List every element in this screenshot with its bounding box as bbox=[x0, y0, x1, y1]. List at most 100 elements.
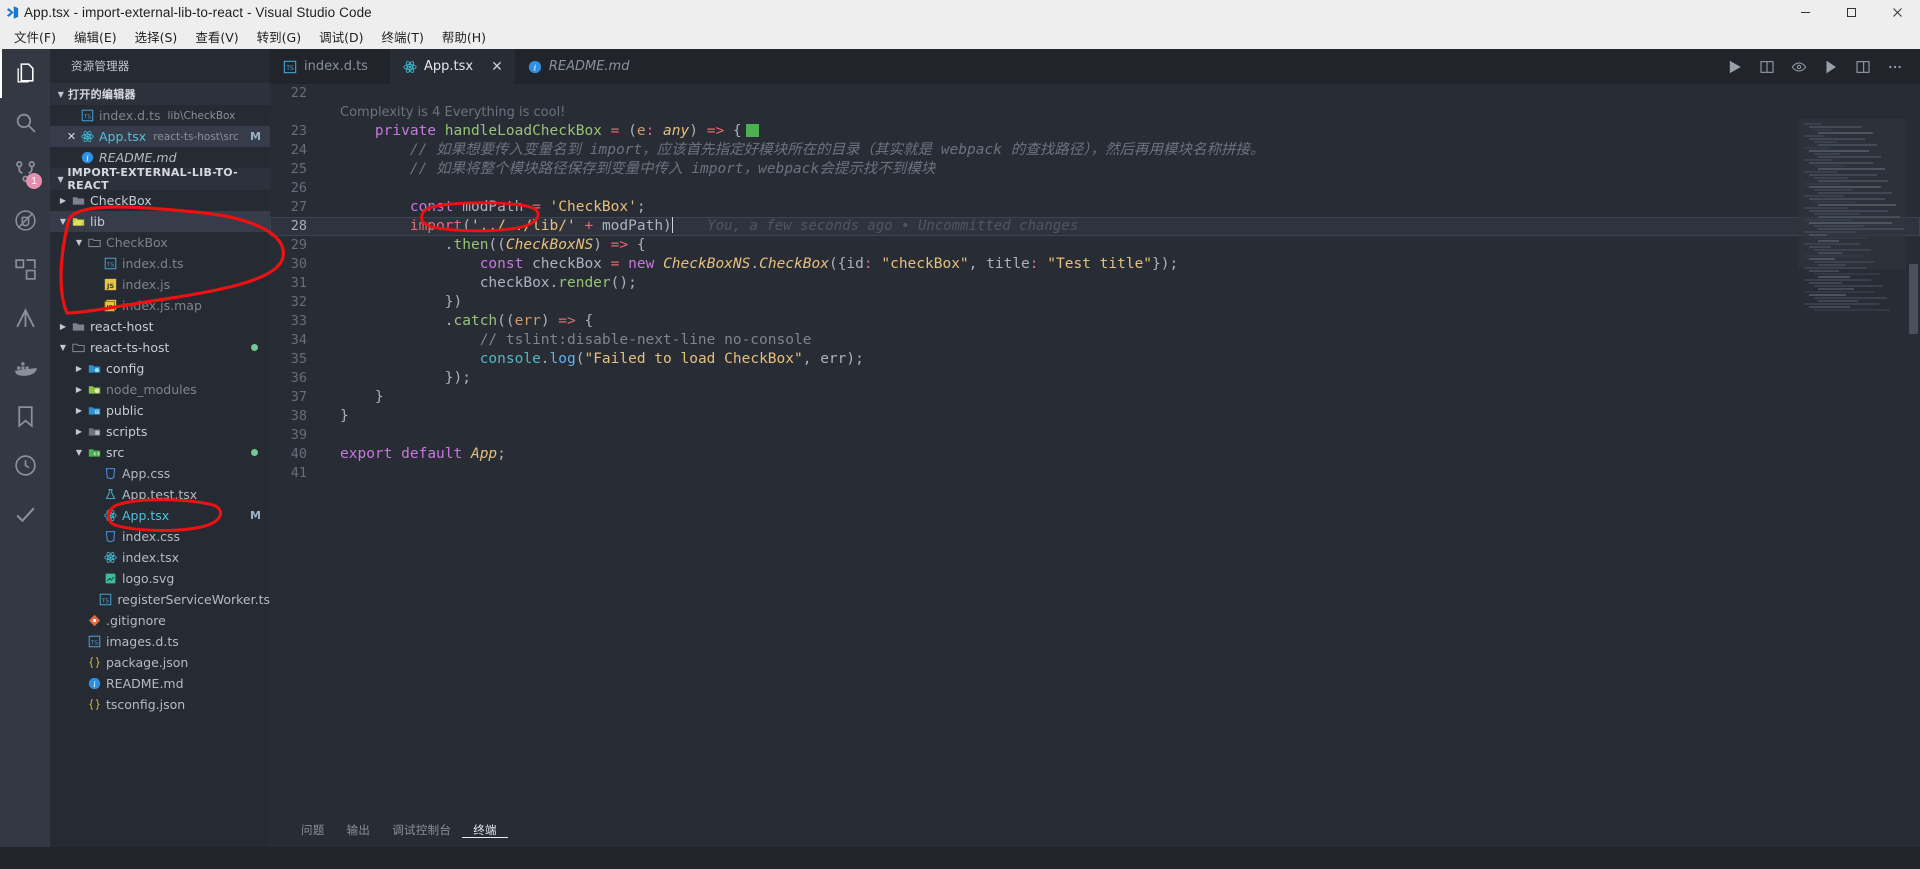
tree-file[interactable]: App.css bbox=[50, 463, 270, 484]
tree-folder[interactable]: ▶ CheckBox bbox=[50, 190, 270, 211]
chevron-right-icon[interactable]: ▶ bbox=[72, 364, 86, 373]
tree-file[interactable]: JS index.js bbox=[50, 274, 270, 295]
debug-start-icon[interactable] bbox=[1815, 49, 1847, 84]
split-editor-icon[interactable] bbox=[1847, 49, 1879, 84]
tree-file[interactable]: TS images.d.ts bbox=[50, 631, 270, 652]
line-number[interactable]: 29 bbox=[270, 236, 326, 255]
tree-file[interactable]: package.json bbox=[50, 652, 270, 673]
close-button[interactable] bbox=[1874, 0, 1920, 24]
line-number[interactable]: 28 bbox=[270, 217, 326, 236]
menu-item-2[interactable]: 选择(S) bbox=[126, 24, 187, 49]
line-number[interactable]: 37 bbox=[270, 388, 326, 407]
line-number[interactable]: 40 bbox=[270, 445, 326, 464]
tree-file[interactable]: index.tsx bbox=[50, 547, 270, 568]
line-number[interactable]: 24 bbox=[270, 141, 326, 160]
line-number[interactable]: 34 bbox=[270, 331, 326, 350]
line-number[interactable]: 35 bbox=[270, 350, 326, 369]
project-header[interactable]: ▼ IMPORT-EXTERNAL-LIB-TO-REACT bbox=[50, 166, 270, 192]
search-icon[interactable] bbox=[0, 98, 50, 147]
tree-folder[interactable]: ▶ scripts bbox=[50, 421, 270, 442]
chevron-down-icon[interactable]: ▼ bbox=[56, 217, 70, 226]
panel-tab[interactable]: 调试控制台 bbox=[381, 822, 462, 838]
clock-icon[interactable] bbox=[0, 441, 50, 490]
menu-item-5[interactable]: 调试(D) bbox=[310, 24, 372, 49]
chevron-right-icon[interactable]: ▶ bbox=[72, 385, 86, 394]
extensions-icon[interactable] bbox=[0, 245, 50, 294]
tree-folder[interactable]: ▼ react-ts-host bbox=[50, 337, 270, 358]
run-icon[interactable] bbox=[1719, 49, 1751, 84]
docker-icon[interactable] bbox=[0, 343, 50, 392]
line-number[interactable]: 22 bbox=[270, 84, 326, 103]
line-number[interactable]: 36 bbox=[270, 369, 326, 388]
open-editors-header[interactable]: ▼ 打开的编辑器 bbox=[50, 83, 270, 105]
tree-file[interactable]: tsconfig.json bbox=[50, 694, 270, 715]
editor-tab[interactable]: i README.md bbox=[514, 49, 642, 84]
tree-folder[interactable]: ▶ public bbox=[50, 400, 270, 421]
tree-file[interactable]: logo.svg bbox=[50, 568, 270, 589]
close-icon[interactable]: ✕ bbox=[64, 130, 79, 143]
panel-tab[interactable]: 输出 bbox=[336, 822, 382, 838]
chevron-right-icon[interactable]: ▶ bbox=[56, 322, 70, 331]
close-icon[interactable]: ✕ bbox=[491, 59, 503, 75]
tree-folder[interactable]: ▶ node_modules bbox=[50, 379, 270, 400]
line-number[interactable]: 23 bbox=[270, 122, 326, 141]
tree-file[interactable]: TS index.d.ts bbox=[50, 253, 270, 274]
tree-file[interactable]: JS index.js.map bbox=[50, 295, 270, 316]
tree-file[interactable]: .gitignore bbox=[50, 610, 270, 631]
split-preview-icon[interactable] bbox=[1751, 49, 1783, 84]
line-number[interactable]: 25 bbox=[270, 160, 326, 179]
menu-item-1[interactable]: 编辑(E) bbox=[65, 24, 126, 49]
menu-item-6[interactable]: 终端(T) bbox=[372, 24, 432, 49]
chevron-down-icon[interactable]: ▼ bbox=[72, 448, 86, 457]
tree-file[interactable]: App.test.tsx bbox=[50, 484, 270, 505]
tree-file[interactable]: TS registerServiceWorker.ts bbox=[50, 589, 270, 610]
line-number[interactable]: 38 bbox=[270, 407, 326, 426]
tree-file[interactable]: i README.md bbox=[50, 673, 270, 694]
menu-item-3[interactable]: 查看(V) bbox=[186, 24, 247, 49]
tree-file[interactable]: index.css bbox=[50, 526, 270, 547]
open-preview-icon[interactable] bbox=[1783, 49, 1815, 84]
menu-item-4[interactable]: 转到(G) bbox=[248, 24, 310, 49]
check-icon[interactable] bbox=[0, 490, 50, 539]
color-swatch[interactable] bbox=[745, 124, 759, 137]
chevron-down-icon[interactable]: ▼ bbox=[72, 238, 86, 247]
vim-icon[interactable] bbox=[0, 294, 50, 343]
line-number[interactable]: 26 bbox=[270, 179, 326, 198]
bookmark-icon[interactable] bbox=[0, 392, 50, 441]
open-editor-item[interactable]: ✕ App.tsx react-ts-host\src M bbox=[50, 126, 270, 147]
tree-folder[interactable]: ▼ lib bbox=[50, 211, 270, 232]
debug-icon[interactable] bbox=[0, 196, 50, 245]
menu-item-0[interactable]: 文件(F) bbox=[5, 24, 65, 49]
line-number[interactable]: 30 bbox=[270, 255, 326, 274]
code-viewport[interactable]: 22 Complexity is 4 Everything is cool! 23 … bbox=[270, 84, 1920, 869]
open-editor-item[interactable]: i README.md bbox=[50, 147, 270, 168]
line-number[interactable]: 33 bbox=[270, 312, 326, 331]
vertical-scrollbar[interactable] bbox=[1909, 264, 1918, 334]
menu-item-7[interactable]: 帮助(H) bbox=[433, 24, 495, 49]
chevron-down-icon[interactable]: ▼ bbox=[56, 343, 70, 352]
minimize-button[interactable] bbox=[1782, 0, 1828, 24]
line-number[interactable]: 41 bbox=[270, 464, 326, 483]
tree-folder[interactable]: ▼ src bbox=[50, 442, 270, 463]
panel-tab[interactable]: 终端 bbox=[462, 822, 508, 838]
tree-file[interactable]: App.tsx M bbox=[50, 505, 270, 526]
editor-tab[interactable]: TS index.d.ts bbox=[270, 49, 390, 84]
line-number[interactable]: 32 bbox=[270, 293, 326, 312]
maximize-button[interactable] bbox=[1828, 0, 1874, 24]
tree-folder[interactable]: ▼ CheckBox bbox=[50, 232, 270, 253]
tree-folder[interactable]: ▶ config bbox=[50, 358, 270, 379]
chevron-right-icon[interactable]: ▶ bbox=[72, 427, 86, 436]
explorer-icon[interactable] bbox=[0, 49, 50, 98]
source-control-icon[interactable]: 1 bbox=[0, 147, 50, 196]
open-editor-item[interactable]: TS index.d.ts lib\CheckBox bbox=[50, 105, 270, 126]
panel-tab[interactable]: 问题 bbox=[290, 822, 336, 838]
line-number[interactable]: 31 bbox=[270, 274, 326, 293]
tree-folder[interactable]: ▶ react-host bbox=[50, 316, 270, 337]
chevron-right-icon[interactable]: ▶ bbox=[72, 406, 86, 415]
minimap[interactable] bbox=[1798, 119, 1906, 869]
line-number[interactable]: 39 bbox=[270, 426, 326, 445]
more-actions-icon[interactable] bbox=[1879, 49, 1911, 84]
line-number[interactable]: 27 bbox=[270, 198, 326, 217]
editor-tab[interactable]: App.tsx ✕ bbox=[390, 49, 515, 84]
chevron-right-icon[interactable]: ▶ bbox=[56, 196, 70, 205]
